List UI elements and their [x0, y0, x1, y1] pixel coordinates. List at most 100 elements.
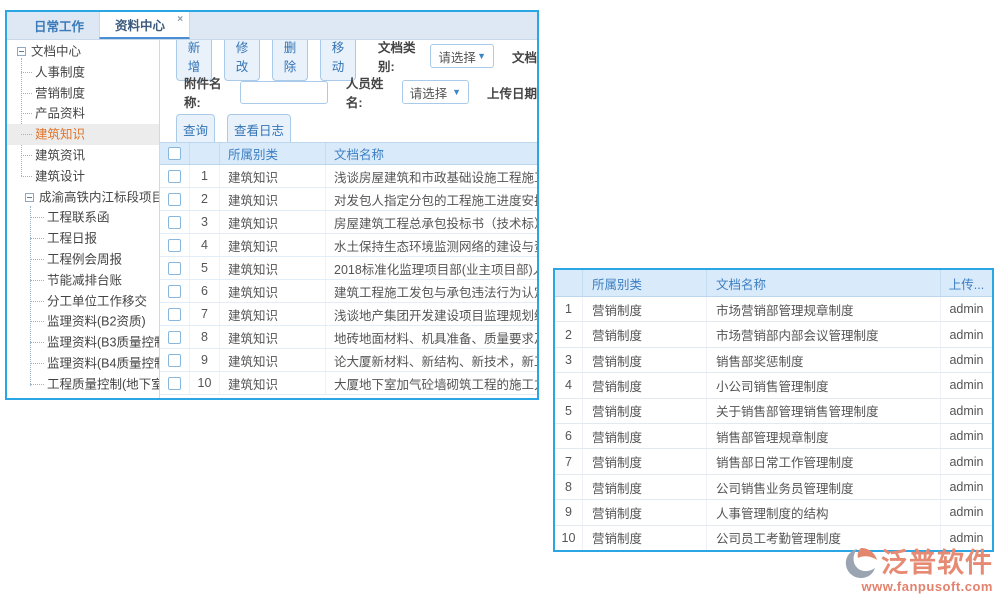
tree-item-project-folder-7[interactable]: 监理资料(B4质量控制) — [7, 353, 159, 374]
row-index: 4 — [555, 373, 583, 397]
tree-item-category-2[interactable]: 产品资料 — [7, 103, 159, 124]
row-index: 6 — [555, 424, 583, 448]
row-doc-name: 浅谈房屋建筑和市政基础设施工程施工... — [326, 165, 537, 187]
tree-collapse-icon[interactable] — [25, 193, 34, 202]
tree-item-category-3[interactable]: 建筑知识 — [7, 124, 159, 145]
index-column-header — [190, 143, 220, 164]
tree-item-category-5[interactable]: 建筑设计 — [7, 166, 159, 187]
row-checkbox[interactable] — [168, 377, 181, 390]
row-doc-name: 公司销售业务员管理制度 — [707, 475, 941, 499]
table-row[interactable]: 8建筑知识地砖地面材料、机具准备、质量要求及... — [160, 326, 537, 349]
tree-collapse-icon[interactable] — [17, 47, 26, 56]
row-index: 2 — [190, 188, 220, 210]
table-row[interactable]: 3建筑知识房屋建筑工程总承包投标书（技术标）... — [160, 211, 537, 234]
row-checkbox[interactable] — [168, 308, 181, 321]
table-row[interactable]: 1建筑知识浅谈房屋建筑和市政基础设施工程施工... — [160, 165, 537, 188]
row-doc-name: 人事管理制度的结构 — [707, 500, 941, 524]
category-column-header: 所属别类 — [583, 270, 707, 296]
tree-item-project[interactable]: 成渝高铁内江标段项目 — [7, 187, 159, 208]
table-row[interactable]: 3营销制度销售部奖惩制度admin — [555, 348, 992, 373]
delete-button[interactable]: 删除 — [272, 40, 308, 81]
doc-category-select[interactable]: 请选择 ▼ — [430, 44, 494, 68]
brand-name: 泛普软件 — [881, 550, 993, 577]
tree-item-project-folder-4[interactable]: 分工单位工作移交 — [7, 291, 159, 312]
person-name-select[interactable]: 请选择 ▼ — [402, 80, 469, 104]
row-category: 营销制度 — [583, 297, 707, 321]
table-row[interactable]: 7营销制度销售部日常工作管理制度admin — [555, 449, 992, 474]
row-uploader: admin — [941, 373, 992, 397]
tree-item-project-folder-0[interactable]: 工程联系函 — [7, 207, 159, 228]
row-doc-name: 销售部奖惩制度 — [707, 348, 941, 372]
tab-daily-work[interactable]: 日常工作 — [19, 12, 99, 39]
table-row[interactable]: 4营销制度小公司销售管理制度admin — [555, 373, 992, 398]
table-row[interactable]: 5营销制度关于销售部管理销售管理制度admin — [555, 399, 992, 424]
row-uploader: admin — [941, 348, 992, 372]
tree-item-category-1[interactable]: 营销制度 — [7, 83, 159, 104]
row-category: 营销制度 — [583, 526, 707, 550]
upload-date-label-clipped: 上传日期 — [487, 83, 537, 102]
table-row[interactable]: 1营销制度市场营销部管理规章制度admin — [555, 297, 992, 322]
row-index: 1 — [190, 165, 220, 187]
index-column-header — [555, 270, 583, 296]
tab-data-center[interactable]: 资料中心 × — [99, 12, 190, 39]
table-row[interactable]: 8营销制度公司销售业务员管理制度admin — [555, 475, 992, 500]
tree-item-project-folder-8[interactable]: 工程质量控制(地下室) — [7, 374, 159, 395]
row-checkbox[interactable] — [168, 216, 181, 229]
row-uploader: admin — [941, 399, 992, 423]
table-row[interactable]: 6建筑知识建筑工程施工发包与承包违法行为认定... — [160, 280, 537, 303]
table-row[interactable]: 2建筑知识对发包人指定分包的工程施工进度安排... — [160, 188, 537, 211]
row-doc-name: 建筑工程施工发包与承包违法行为认定... — [326, 280, 537, 302]
table-row[interactable]: 9营销制度人事管理制度的结构admin — [555, 500, 992, 525]
row-doc-name: 大厦地下室加气砼墙砌筑工程的施工方... — [326, 372, 537, 394]
row-category: 营销制度 — [583, 399, 707, 423]
tree-item-label: 监理资料(B3质量控制) — [47, 335, 160, 349]
row-index: 6 — [190, 280, 220, 302]
tree-item-partial-clipped[interactable]: 工程质量控制 — [7, 395, 159, 398]
tree-item-project-folder-6[interactable]: 监理资料(B3质量控制) — [7, 332, 159, 353]
tab-data-center-label: 资料中心 — [115, 15, 165, 34]
tree-item-label: 营销制度 — [35, 86, 85, 100]
tree-item-project-folder-5[interactable]: 监理资料(B2资质) — [7, 311, 159, 332]
doc-name-label-clipped: 文档 — [512, 47, 537, 66]
row-index: 1 — [555, 297, 583, 321]
select-all-checkbox[interactable] — [168, 147, 181, 160]
table-row[interactable]: 2营销制度市场营销部内部会议管理制度admin — [555, 322, 992, 347]
row-category: 建筑知识 — [220, 257, 326, 279]
row-category: 建筑知识 — [220, 326, 326, 348]
row-checkbox[interactable] — [168, 331, 181, 344]
tree-item-category-4[interactable]: 建筑资讯 — [7, 145, 159, 166]
row-doc-name: 小公司销售管理制度 — [707, 373, 941, 397]
table-row[interactable]: 7建筑知识浅谈地产集团开发建设项目监理规划编... — [160, 303, 537, 326]
table-row[interactable]: 10建筑知识大厦地下室加气砼墙砌筑工程的施工方... — [160, 372, 537, 395]
table-row[interactable]: 10营销制度公司员工考勤管理制度admin — [555, 526, 992, 550]
row-checkbox[interactable] — [168, 193, 181, 206]
tree-item-label: 产品资料 — [35, 107, 85, 121]
row-checkbox[interactable] — [168, 239, 181, 252]
table-row[interactable]: 4建筑知识水土保持生态环境监测网络的建设与资... — [160, 234, 537, 257]
tree-item-label: 建筑知识 — [35, 127, 85, 141]
attachment-name-input[interactable] — [240, 81, 328, 104]
main-content: 新增 修改 删除 移动 文档类别: 请选择 ▼ 文档 附件名称: 人员姓名: 请… — [160, 40, 537, 398]
tree-item-project-folder-1[interactable]: 工程日报 — [7, 228, 159, 249]
table-row[interactable]: 9建筑知识论大厦新材料、新结构、新技术，新工... — [160, 349, 537, 372]
table-row[interactable]: 6营销制度销售部管理规章制度admin — [555, 424, 992, 449]
tree-item-project-folder-2[interactable]: 工程例会周报 — [7, 249, 159, 270]
query-button[interactable]: 查询 — [176, 114, 215, 145]
row-checkbox[interactable] — [168, 170, 181, 183]
view-log-button[interactable]: 查看日志 — [227, 114, 291, 145]
row-checkbox[interactable] — [168, 262, 181, 275]
row-checkbox[interactable] — [168, 285, 181, 298]
row-doc-name: 2018标准化监理项目部(业主项目部)人员... — [326, 257, 537, 279]
tree-item-category-0[interactable]: 人事制度 — [7, 62, 159, 83]
row-index: 3 — [555, 348, 583, 372]
row-checkbox[interactable] — [168, 354, 181, 367]
row-index: 7 — [190, 303, 220, 325]
table-row[interactable]: 5建筑知识2018标准化监理项目部(业主项目部)人员... — [160, 257, 537, 280]
close-icon[interactable]: × — [177, 14, 183, 25]
tree-item-project-folder-3[interactable]: 节能减排台账 — [7, 270, 159, 291]
row-category: 建筑知识 — [220, 349, 326, 371]
row-doc-name: 论大厦新材料、新结构、新技术，新工... — [326, 349, 537, 371]
row-category: 建筑知识 — [220, 165, 326, 187]
tree-item-label: 工程质量控制(地下室) — [47, 377, 160, 391]
tree-item-root[interactable]: 文档中心 — [7, 41, 159, 62]
